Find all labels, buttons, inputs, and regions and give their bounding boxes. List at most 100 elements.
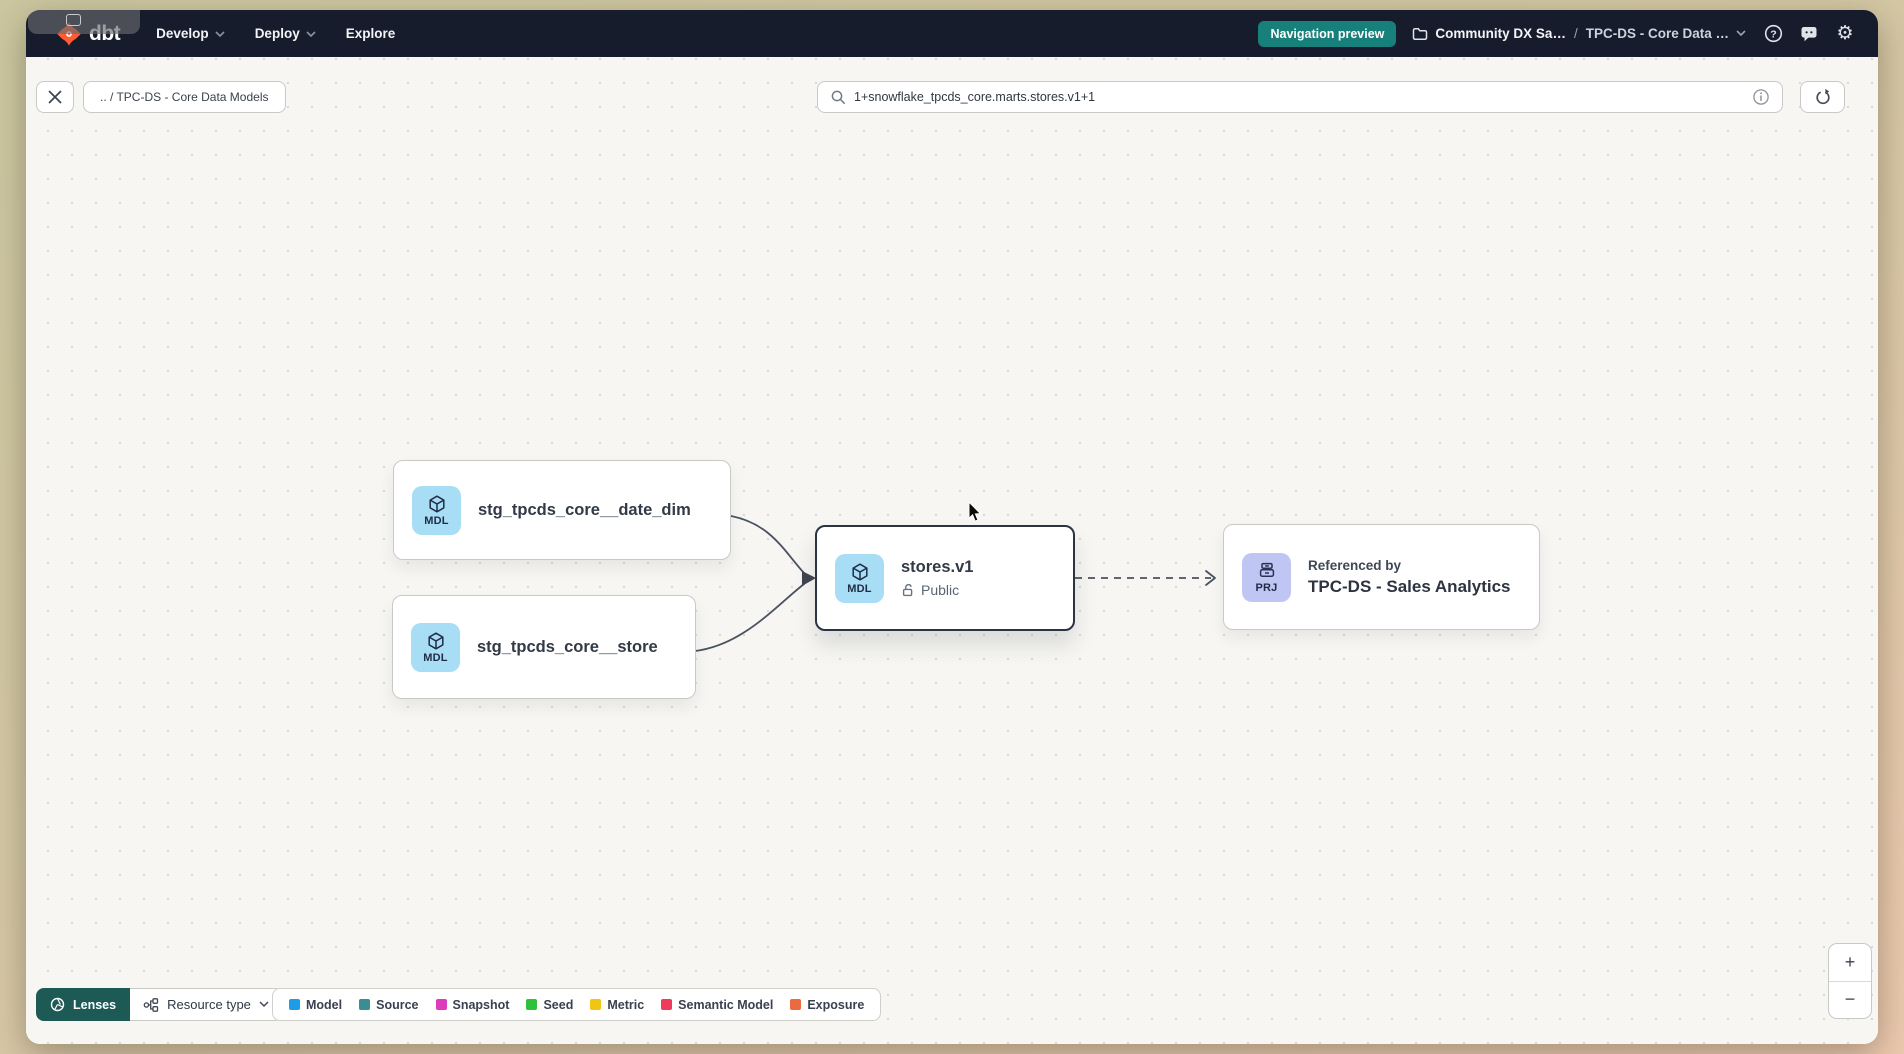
resource-type-dropdown[interactable]: Resource type bbox=[130, 988, 283, 1021]
chevron-down-icon bbox=[215, 31, 225, 38]
lineage-search bbox=[817, 81, 1783, 113]
node-referenced-by-sales-analytics[interactable]: PRJ Referenced by TPC-DS - Sales Analyti… bbox=[1223, 524, 1540, 630]
legend-swatch bbox=[289, 999, 300, 1010]
node-title: TPC-DS - Sales Analytics bbox=[1308, 577, 1511, 597]
model-tile: MDL bbox=[835, 554, 884, 603]
menu-develop[interactable]: Develop bbox=[156, 26, 225, 41]
navbar-icons: ? ⚙ bbox=[1762, 23, 1856, 45]
resource-type-legend: Model Source Snapshot Seed Metric Semant… bbox=[272, 988, 881, 1021]
resource-type-label: Resource type bbox=[167, 997, 251, 1012]
resource-type-icon bbox=[143, 997, 159, 1013]
close-icon bbox=[48, 90, 62, 104]
access-label: Public bbox=[921, 582, 959, 598]
breadcrumb: Community DX Sa… / TPC-DS - Core Data … bbox=[1412, 26, 1746, 41]
search-icon bbox=[830, 89, 846, 105]
view-controls-group: Lenses Resource type bbox=[36, 988, 283, 1021]
legend-label: Seed bbox=[543, 998, 573, 1012]
legend-item-semantic-model: Semantic Model bbox=[661, 998, 773, 1012]
lenses-label: Lenses bbox=[73, 998, 116, 1012]
screen-recording-artifact bbox=[28, 10, 140, 34]
zoom-out-button[interactable]: − bbox=[1829, 981, 1871, 1019]
legend-item-seed: Seed bbox=[526, 998, 573, 1012]
navigation-preview-badge[interactable]: Navigation preview bbox=[1258, 21, 1396, 47]
legend-label: Exposure bbox=[807, 998, 864, 1012]
navbar-right: Navigation preview Community DX Sa… / TP… bbox=[1258, 21, 1856, 47]
feedback-button[interactable] bbox=[1798, 23, 1820, 45]
feedback-bubble-icon bbox=[1800, 25, 1818, 43]
node-text-block: stores.v1 Public bbox=[901, 558, 973, 598]
refresh-lineage-button[interactable] bbox=[1800, 81, 1845, 113]
gear-icon: ⚙ bbox=[1836, 24, 1853, 43]
resource-badge: MDL bbox=[424, 515, 448, 527]
legend-item-model: Model bbox=[289, 998, 342, 1012]
resource-badge: PRJ bbox=[1256, 582, 1278, 594]
node-text-block: Referenced by TPC-DS - Sales Analytics bbox=[1308, 558, 1511, 597]
menu-develop-label: Develop bbox=[156, 26, 209, 41]
legend-swatch bbox=[790, 999, 801, 1010]
chevron-down-icon bbox=[306, 31, 316, 38]
breadcrumb-account[interactable]: Community DX Sa… bbox=[1412, 26, 1566, 41]
menu-deploy[interactable]: Deploy bbox=[255, 26, 316, 41]
lock-open-icon bbox=[901, 583, 915, 597]
legend-item-exposure: Exposure bbox=[790, 998, 864, 1012]
legend-label: Semantic Model bbox=[678, 998, 773, 1012]
node-stores-v1[interactable]: MDL stores.v1 Public bbox=[815, 525, 1075, 631]
legend-item-metric: Metric bbox=[590, 998, 644, 1012]
zoom-in-button[interactable]: + bbox=[1829, 944, 1871, 981]
node-title: stores.v1 bbox=[901, 558, 973, 577]
cube-icon bbox=[427, 494, 447, 514]
legend-swatch bbox=[526, 999, 537, 1010]
lenses-button[interactable]: Lenses bbox=[36, 988, 130, 1021]
help-button[interactable]: ? bbox=[1762, 23, 1784, 45]
help-icon: ? bbox=[1764, 24, 1783, 43]
legend-label: Model bbox=[306, 998, 342, 1012]
node-stg-tpcds-core-date-dim[interactable]: MDL stg_tpcds_core__date_dim bbox=[393, 460, 731, 560]
legend-item-snapshot: Snapshot bbox=[436, 998, 510, 1012]
legend-label: Source bbox=[376, 998, 418, 1012]
menu-deploy-label: Deploy bbox=[255, 26, 300, 41]
close-lineage-button[interactable] bbox=[36, 81, 74, 113]
lenses-aperture-icon bbox=[50, 997, 65, 1012]
node-title: stg_tpcds_core__date_dim bbox=[478, 501, 691, 520]
resource-badge: MDL bbox=[423, 652, 447, 664]
svg-text:?: ? bbox=[1770, 28, 1776, 40]
zoom-controls: + − bbox=[1828, 943, 1872, 1019]
cube-icon bbox=[426, 631, 446, 651]
legend-swatch bbox=[359, 999, 370, 1010]
breadcrumb-separator: / bbox=[1574, 26, 1578, 41]
resource-badge: MDL bbox=[847, 583, 871, 595]
referenced-by-label: Referenced by bbox=[1308, 558, 1511, 573]
node-stg-tpcds-core-store[interactable]: MDL stg_tpcds_core__store bbox=[392, 595, 696, 699]
chevron-down-icon bbox=[1736, 30, 1746, 37]
legend-swatch bbox=[590, 999, 601, 1010]
folder-icon bbox=[1412, 26, 1428, 41]
cube-icon bbox=[850, 562, 870, 582]
legend-label: Metric bbox=[607, 998, 644, 1012]
node-title: stg_tpcds_core__store bbox=[477, 638, 658, 657]
access-row: Public bbox=[901, 582, 973, 598]
menu-explore[interactable]: Explore bbox=[346, 26, 396, 41]
breadcrumb-account-label: Community DX Sa… bbox=[1435, 26, 1566, 41]
refresh-icon bbox=[1814, 88, 1832, 106]
legend-label: Snapshot bbox=[453, 998, 510, 1012]
legend-swatch bbox=[661, 999, 672, 1010]
legend-item-source: Source bbox=[359, 998, 418, 1012]
menu-explore-label: Explore bbox=[346, 26, 396, 41]
lineage-toolbar: .. / TPC-DS - Core Data Models bbox=[26, 81, 1878, 113]
model-tile: MDL bbox=[411, 623, 460, 672]
settings-button[interactable]: ⚙ bbox=[1834, 23, 1856, 45]
project-tile: PRJ bbox=[1242, 553, 1291, 602]
breadcrumb-project-selector[interactable]: TPC-DS - Core Data … bbox=[1586, 26, 1746, 41]
info-icon[interactable] bbox=[1752, 88, 1770, 106]
monitor-icon bbox=[66, 14, 81, 26]
top-navbar: dbt Develop Deploy Explore Navigation pr… bbox=[26, 10, 1878, 57]
chevron-down-icon bbox=[259, 1001, 269, 1008]
breadcrumb-project-label: TPC-DS - Core Data … bbox=[1586, 26, 1729, 41]
drawers-icon bbox=[1257, 561, 1277, 581]
search-input[interactable] bbox=[854, 90, 1744, 104]
model-tile: MDL bbox=[412, 486, 461, 535]
main-menu: Develop Deploy Explore bbox=[156, 26, 395, 41]
app-window: dbt Develop Deploy Explore Navigation pr… bbox=[26, 10, 1878, 1044]
project-path-chip[interactable]: .. / TPC-DS - Core Data Models bbox=[83, 81, 286, 113]
legend-swatch bbox=[436, 999, 447, 1010]
